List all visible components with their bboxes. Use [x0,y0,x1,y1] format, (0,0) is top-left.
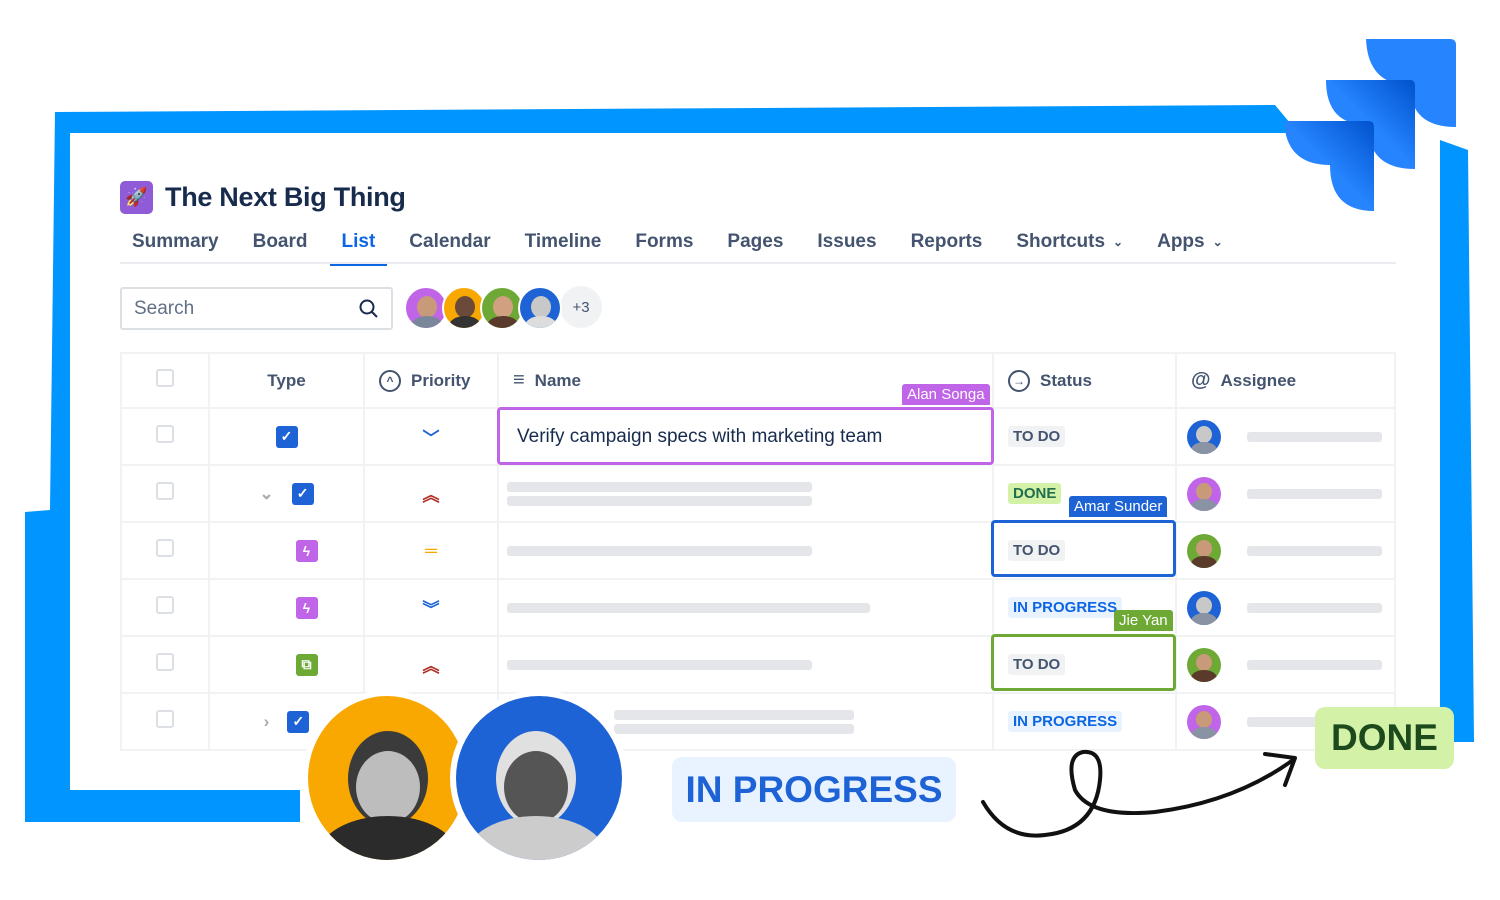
table-row[interactable]: ⌄ ✓ ︽ DONE [120,464,1396,523]
table-row[interactable]: ϟ ═ TO DO [120,521,1396,580]
placeholder-bar [1247,545,1382,556]
select-all-checkbox[interactable] [156,369,174,387]
avatar-large [450,690,628,866]
avatar-large [302,690,472,866]
row-checkbox[interactable] [156,539,174,557]
avatar[interactable] [1187,647,1221,682]
tab-bar: Summary Board List Calendar Timeline For… [120,228,1396,266]
priority-medium-icon: ═ [363,521,499,580]
priority-highest-icon: ︽ [363,464,499,523]
placeholder-bar [614,709,854,720]
placeholder-bar [507,481,812,492]
jira-logo-icon [1284,39,1456,211]
table-header: Type ^ Priority ≡ Name → Status @ Assignee [120,352,1396,409]
priority-lowest-icon: ︾ [363,578,499,637]
page-title: The Next Big Thing [165,182,406,212]
placeholder-bar [507,602,870,613]
tab-forms[interactable]: Forms [623,228,705,264]
avatar[interactable] [518,286,562,330]
project-header: 🚀 The Next Big Thing [120,181,406,214]
status-badge[interactable]: IN PROGRESS [1008,597,1123,618]
avatar[interactable] [1187,476,1221,511]
chevron-down-icon[interactable]: ⌄ [259,484,273,504]
table-row[interactable]: ϟ ︾ IN PROGRESS [120,578,1396,637]
row-checkbox[interactable] [156,596,174,614]
at-icon: @ [1191,369,1211,391]
rocket-icon: 🚀 [120,181,153,214]
placeholder-bar [1247,602,1382,613]
header-assignee[interactable]: Assignee [1221,371,1297,391]
row-checkbox[interactable] [156,710,174,728]
placeholder-bar [507,545,812,556]
collaborator-tag: Jie Yan [1114,610,1173,631]
tab-issues[interactable]: Issues [805,228,888,264]
placeholder-bar [507,495,812,506]
priority-low-icon: ﹀ [363,407,499,466]
subtask-icon: ⧉ [295,653,318,676]
row-checkbox[interactable] [156,482,174,500]
more-avatars-button[interactable]: +3 [560,286,602,328]
tab-pages[interactable]: Pages [715,228,795,264]
arrow-right-circle-icon: → [1008,369,1030,392]
search-input[interactable]: Search [120,287,393,330]
task-icon: ✓ [291,482,314,505]
header-name[interactable]: Name [535,371,581,391]
tab-timeline[interactable]: Timeline [513,228,614,264]
avatar[interactable] [1187,419,1221,454]
placeholder-bar [507,659,812,670]
tab-summary[interactable]: Summary [120,228,231,264]
avatar[interactable] [1187,704,1221,739]
placeholder-bar [1247,431,1382,442]
tab-apps[interactable]: Apps ⌄ [1145,228,1235,264]
task-icon: ✓ [275,425,298,448]
search-icon [359,299,378,318]
collaborator-focus-status [991,520,1176,577]
collaborator-focus-status [991,634,1176,691]
chevron-down-icon: ⌄ [1212,235,1223,249]
arrow-icon [981,749,1297,838]
tab-reports[interactable]: Reports [899,228,995,264]
tab-board[interactable]: Board [241,228,320,264]
done-badge: DONE [1315,707,1454,769]
tab-calendar[interactable]: Calendar [397,228,502,264]
collaborator-tag: Alan Songa [902,384,990,405]
row-checkbox[interactable] [156,425,174,443]
header-type[interactable]: Type [208,352,365,409]
status-badge[interactable]: DONE [1008,483,1062,504]
chevron-right-icon[interactable]: › [264,712,270,732]
subtask-lightning-icon: ϟ [295,596,318,619]
header-status[interactable]: Status [1040,371,1092,391]
search-placeholder: Search [134,297,195,319]
header-priority[interactable]: Priority [411,371,471,391]
tab-list[interactable]: List [329,228,388,266]
table-row[interactable]: ⧉ ︽ TO DO [120,635,1396,694]
priority-icon: ^ [379,369,401,392]
avatar[interactable] [1187,590,1221,625]
tab-shortcuts[interactable]: Shortcuts ⌄ [1004,228,1135,264]
chevron-down-icon: ⌄ [1113,235,1124,249]
collaborator-tag: Amar Sunder [1069,496,1168,517]
lines-icon: ≡ [513,369,525,391]
status-badge[interactable]: TO DO [1008,426,1066,447]
collaborator-focus-name-cell [497,407,994,465]
placeholder-bar [614,723,854,734]
status-badge[interactable]: IN PROGRESS [1008,711,1123,732]
placeholder-bar [1247,488,1382,499]
priority-highest-icon: ︽ [363,635,499,694]
placeholder-bar [1247,659,1382,670]
subtask-lightning-icon: ϟ [295,539,318,562]
task-icon: ✓ [287,710,310,733]
avatar[interactable] [1187,533,1221,568]
in-progress-badge: IN PROGRESS [672,757,956,822]
row-checkbox[interactable] [156,653,174,671]
avatar-group: +3 [404,286,602,330]
